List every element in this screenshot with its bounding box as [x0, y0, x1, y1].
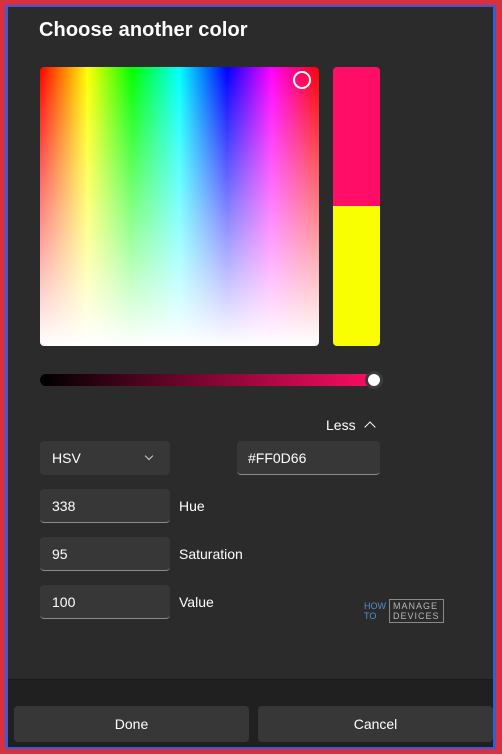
color-spectrum[interactable]: [40, 67, 319, 346]
color-picker-dialog: Choose another color Less HSV Hue Satura…: [5, 5, 496, 749]
hue-input[interactable]: [40, 489, 170, 523]
less-toggle-label: Less: [326, 417, 356, 433]
hue-label: Hue: [179, 498, 205, 514]
previous-color-preview: [333, 206, 380, 346]
cancel-button[interactable]: Cancel: [258, 706, 493, 742]
value-input[interactable]: [40, 585, 170, 619]
spectrum-handle[interactable]: [293, 71, 311, 89]
value-slider[interactable]: [40, 371, 383, 389]
saturation-input[interactable]: [40, 537, 170, 571]
watermark-manage: MANAGE: [393, 601, 439, 611]
value-slider-thumb[interactable]: [365, 371, 383, 389]
color-model-selected: HSV: [52, 450, 81, 466]
watermark-how: HOW: [364, 601, 386, 611]
color-model-dropdown[interactable]: HSV: [40, 441, 170, 475]
value-label: Value: [179, 594, 214, 610]
watermark-to: TO: [364, 611, 377, 621]
dialog-footer: Done Cancel: [8, 679, 493, 747]
watermark-logo: HOW TO MANAGE DEVICES: [364, 599, 444, 623]
dialog-title: Choose another color: [39, 19, 248, 41]
hex-input[interactable]: [237, 441, 380, 475]
chevron-down-icon: [144, 451, 154, 461]
saturation-label: Saturation: [179, 546, 243, 562]
done-button[interactable]: Done: [14, 706, 249, 742]
new-color-preview: [333, 67, 380, 206]
less-toggle-button[interactable]: Less: [326, 415, 376, 435]
watermark-devices: DEVICES: [393, 611, 440, 621]
chevron-up-icon: [363, 421, 376, 433]
